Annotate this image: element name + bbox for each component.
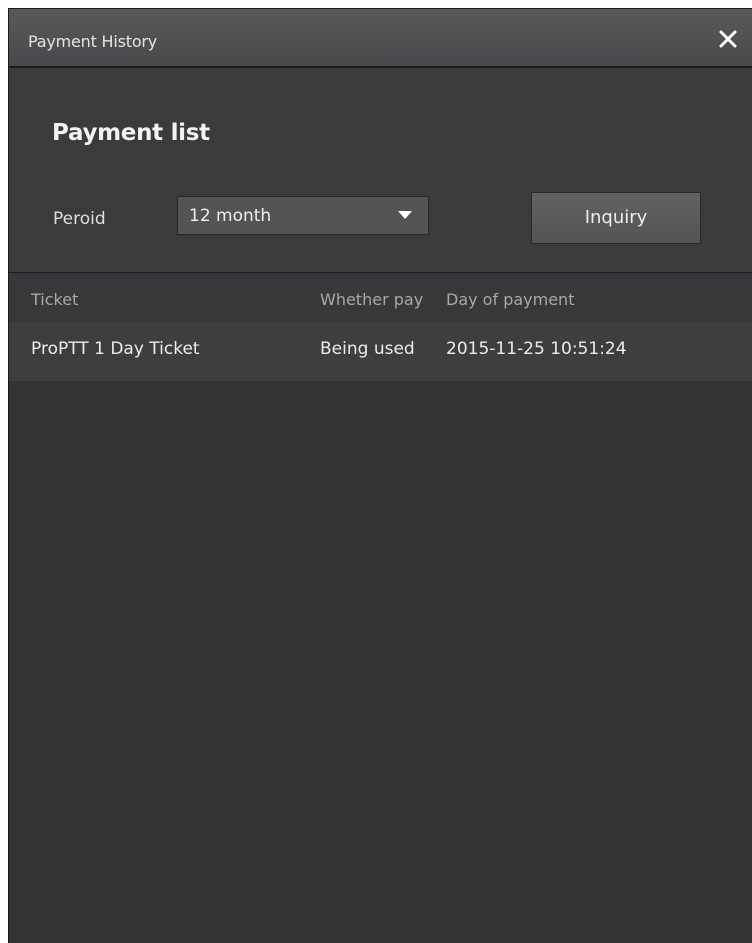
filter-panel: Payment list Peroid 12 month Inquiry — [9, 68, 752, 273]
pay-status-cell: Being used — [320, 339, 415, 359]
close-button[interactable] — [716, 27, 740, 51]
column-header-ticket: Ticket — [31, 290, 79, 309]
chevron-down-icon — [398, 211, 412, 219]
column-header-day-of-payment: Day of payment — [446, 290, 575, 309]
period-selected-value: 12 month — [189, 206, 272, 226]
period-label: Peroid — [53, 209, 106, 229]
page-title: Payment list — [52, 120, 210, 146]
payment-history-window: Payment History Payment list Peroid 12 m… — [8, 8, 752, 943]
title-bar: Payment History — [9, 9, 752, 68]
table-row[interactable]: ProPTT 1 Day Ticket Being used 2015-11-2… — [9, 322, 752, 381]
payment-date-cell: 2015-11-25 10:51:24 — [446, 339, 627, 359]
ticket-cell: ProPTT 1 Day Ticket — [31, 339, 200, 359]
window-title: Payment History — [28, 32, 158, 51]
period-dropdown[interactable]: 12 month — [177, 196, 429, 235]
close-icon — [719, 30, 737, 48]
table-empty-area — [9, 381, 752, 943]
table-header: Ticket Whether pay Day of payment — [9, 275, 752, 322]
column-header-whether-pay: Whether pay — [320, 290, 424, 309]
inquiry-button[interactable]: Inquiry — [531, 192, 701, 244]
